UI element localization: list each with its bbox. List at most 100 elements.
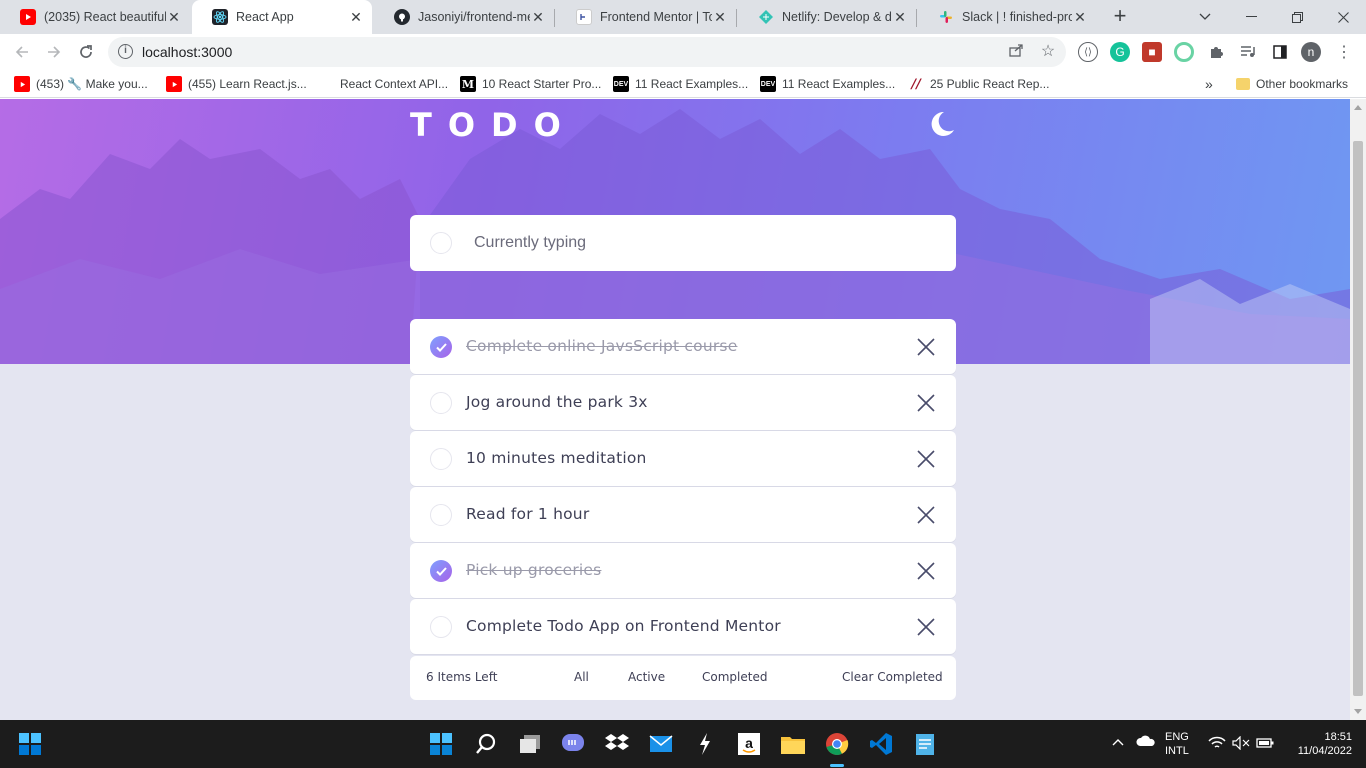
tab-youtube[interactable]: (2035) React beautiful ✕ (0, 0, 190, 34)
todo-text[interactable]: Read for 1 hour (466, 505, 589, 523)
volume-muted-icon[interactable] (1232, 735, 1250, 754)
moon-icon[interactable] (928, 110, 956, 138)
delete-icon[interactable] (916, 449, 936, 469)
todo-text[interactable]: Pick up groceries (466, 561, 601, 579)
new-todo-check-circle[interactable] (430, 232, 452, 254)
close-tab-icon[interactable]: ✕ (530, 9, 546, 26)
chrome-icon[interactable] (824, 731, 850, 757)
forward-icon[interactable] (42, 40, 66, 64)
slack-icon (938, 9, 954, 25)
delete-icon[interactable] (916, 505, 936, 525)
minimize-icon[interactable] (1228, 0, 1274, 34)
side-panel-icon[interactable] (1270, 42, 1290, 62)
extension-red-icon[interactable]: ■ (1142, 42, 1162, 62)
bookmark-item[interactable]: M 10 React Starter Pro... (460, 75, 601, 93)
delete-icon[interactable] (916, 337, 936, 357)
search-icon[interactable] (473, 731, 499, 757)
check-circle[interactable] (430, 616, 452, 638)
tray-overflow-icon[interactable] (1112, 736, 1124, 750)
file-explorer-icon[interactable] (780, 731, 806, 757)
bookmark-item[interactable]: // 25 Public React Rep... (908, 75, 1049, 93)
close-window-icon[interactable] (1320, 0, 1366, 34)
lightning-app-icon[interactable] (692, 731, 718, 757)
tab-netlify[interactable]: Netlify: Develop & dep ✕ (738, 0, 916, 34)
bookmark-item[interactable]: DEV 11 React Examples... (760, 75, 895, 93)
tab-github[interactable]: Jasoniyi/frontend-mer ✕ (374, 0, 554, 34)
tab-slack[interactable]: Slack | ! finished-proje ✕ (918, 0, 1096, 34)
delete-icon[interactable] (916, 393, 936, 413)
language-indicator[interactable]: ENG INTL (1165, 730, 1189, 758)
site-info-icon[interactable]: i (118, 44, 133, 59)
vscode-icon[interactable] (868, 731, 894, 757)
svg-text:a: a (745, 735, 753, 751)
teams-chat-icon[interactable] (560, 731, 586, 757)
task-view-icon[interactable] (517, 731, 543, 757)
extension-circle-icon[interactable]: ⟨⟩ (1078, 42, 1098, 62)
filter-all-button[interactable]: All (574, 670, 589, 684)
tab-divider (554, 9, 555, 27)
profile-avatar[interactable]: n (1301, 42, 1321, 62)
notepad-icon[interactable] (912, 731, 938, 757)
windows-taskbar: a ENG INTL 18:51 11/04/2022 (0, 720, 1366, 768)
tab-search-icon[interactable] (1182, 0, 1228, 34)
battery-icon[interactable] (1256, 736, 1274, 754)
extension-ring-icon[interactable] (1174, 42, 1194, 62)
other-bookmarks[interactable]: Other bookmarks (1236, 75, 1348, 93)
close-tab-icon[interactable]: ✕ (166, 9, 182, 26)
puzzle-extensions-icon[interactable] (1206, 42, 1226, 62)
tab-frontend-mentor[interactable]: Frontend Mentor | Too ✕ (556, 0, 736, 34)
wifi-icon[interactable] (1208, 736, 1226, 754)
windows-start-icon[interactable] (17, 731, 43, 757)
start-menu-icon[interactable] (428, 731, 454, 757)
address-bar[interactable]: i localhost:3000 ☆ (108, 37, 1066, 67)
media-controls-icon[interactable] (1238, 42, 1258, 62)
filter-active-button[interactable]: Active (628, 670, 665, 684)
todo-text[interactable]: 10 minutes meditation (466, 449, 647, 467)
todo-text[interactable]: Jog around the park 3x (466, 393, 648, 411)
bookmark-item[interactable]: (453) 🔧 Make you... (14, 75, 148, 93)
check-circle[interactable] (430, 448, 452, 470)
check-circle[interactable] (430, 504, 452, 526)
grammarly-icon[interactable]: G (1110, 42, 1130, 62)
bookmark-star-icon[interactable]: ☆ (1038, 42, 1058, 62)
new-todo-input[interactable] (474, 229, 934, 257)
clock[interactable]: 18:51 11/04/2022 (1286, 730, 1352, 758)
delete-icon[interactable] (916, 561, 936, 581)
scroll-up-icon[interactable] (1354, 105, 1362, 110)
bookmarks-overflow-icon[interactable]: » (1205, 75, 1213, 93)
restore-icon[interactable] (1274, 0, 1320, 34)
tab-react-app[interactable]: React App ✕ (192, 0, 372, 34)
todo-text[interactable]: Complete Todo App on Frontend Mentor (466, 617, 781, 635)
close-tab-icon[interactable]: ✕ (1072, 9, 1088, 26)
new-tab-icon[interactable]: + (1108, 5, 1132, 29)
clear-completed-button[interactable]: Clear Completed (842, 670, 943, 684)
bookmark-item[interactable]: (455) Learn React.js... (166, 75, 307, 93)
scrollbar-thumb[interactable] (1353, 141, 1363, 696)
bookmark-item[interactable]: React Context API... (318, 75, 448, 93)
check-icon[interactable] (430, 336, 452, 358)
todo-text[interactable]: Complete online JavsScript course (466, 337, 737, 355)
bookmark-item[interactable]: DEV 11 React Examples... (613, 75, 748, 93)
check-circle[interactable] (430, 392, 452, 414)
mail-icon[interactable] (648, 731, 674, 757)
share-icon[interactable] (1006, 42, 1026, 62)
dropbox-icon[interactable] (604, 731, 630, 757)
amazon-icon[interactable]: a (736, 731, 762, 757)
delete-icon[interactable] (916, 617, 936, 637)
bookmark-label: 11 React Examples... (782, 77, 896, 91)
close-tab-icon[interactable]: ✕ (892, 9, 908, 26)
close-tab-icon[interactable]: ✕ (348, 9, 364, 26)
scroll-down-icon[interactable] (1354, 709, 1362, 714)
onedrive-icon[interactable] (1136, 735, 1156, 751)
youtube-icon (14, 76, 30, 92)
tab-title: React App (236, 10, 294, 24)
filter-completed-button[interactable]: Completed (702, 670, 767, 684)
menu-kebab-icon[interactable]: ⋮ (1334, 42, 1354, 62)
keyboard-layout: INTL (1165, 745, 1189, 757)
back-icon[interactable] (10, 40, 34, 64)
check-icon[interactable] (430, 560, 452, 582)
dev-icon: DEV (760, 76, 776, 92)
reload-icon[interactable] (74, 40, 98, 64)
close-tab-icon[interactable]: ✕ (712, 9, 728, 26)
page-scrollbar[interactable] (1350, 99, 1366, 720)
